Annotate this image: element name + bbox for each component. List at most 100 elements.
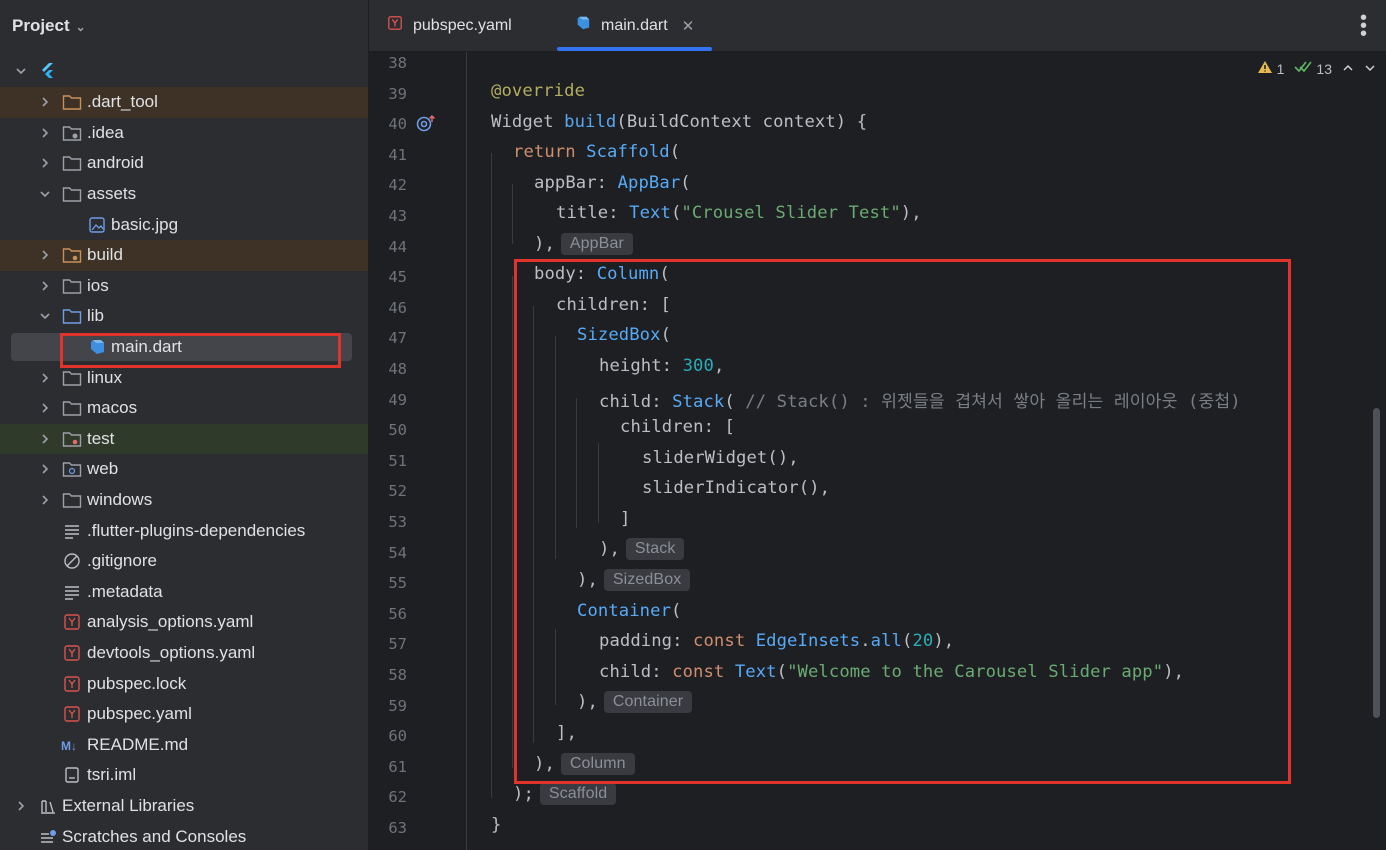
chevron-up-icon[interactable] (1342, 61, 1354, 77)
tree-item-label: basic.jpg (111, 214, 179, 234)
flutter-icon (38, 61, 58, 81)
scratches-icon (38, 827, 58, 847)
chevron-down-icon[interactable] (38, 187, 52, 201)
folder-excluded-icon (62, 92, 82, 112)
code-token: "Crousel Slider Test" (681, 203, 901, 223)
tree-item-gitignore[interactable]: .gitignore (0, 546, 368, 577)
chevron-right-icon[interactable] (14, 799, 28, 813)
tree-root[interactable] (0, 56, 368, 86)
folder-excluded-icon (62, 245, 82, 265)
line-number: 53 (388, 513, 407, 531)
project-title: Project (12, 16, 70, 35)
line-number: 57 (388, 635, 407, 654)
chevron-down-icon[interactable] (14, 64, 28, 78)
folder-icon (62, 490, 82, 510)
yaml-file-icon (62, 643, 82, 663)
tree-item-external-libraries[interactable]: External Libraries (0, 791, 368, 822)
checks-indicator[interactable]: 13 (1294, 60, 1332, 77)
chevron-down-icon[interactable] (1364, 61, 1376, 77)
code-token: ); (513, 784, 534, 804)
chevron-right-icon[interactable] (38, 279, 52, 293)
inspection-widget[interactable]: 1 13 (1257, 60, 1376, 77)
tree-item-readme-md[interactable]: M↓ README.md (0, 729, 368, 760)
line-number: 51 (388, 451, 407, 470)
warnings-indicator[interactable]: 1 (1257, 60, 1284, 77)
code-token: AppBar (617, 173, 681, 193)
line-number: 40 (388, 115, 407, 134)
chevron-right-icon[interactable] (38, 432, 52, 446)
checks-count: 13 (1316, 60, 1332, 77)
chevron-right-icon[interactable] (38, 493, 52, 507)
tree-item-assets[interactable]: assets (0, 179, 368, 210)
code-line-40: Widget build(BuildContext context) { (491, 112, 867, 132)
code-token: title: (556, 203, 630, 223)
line-number: 63 (388, 819, 407, 837)
tree-item-idea[interactable]: .idea (0, 118, 368, 149)
project-view-selector[interactable]: Project ⌄ (12, 14, 86, 38)
tree-item-label: analysis_options.yaml (87, 612, 254, 632)
code-line-41: return Scaffold( (513, 142, 680, 162)
tree-item-build[interactable]: build (0, 239, 368, 271)
close-icon[interactable]: ✕ (682, 17, 695, 35)
folder-icon (62, 368, 82, 388)
code-token: return (513, 142, 587, 162)
yaml-file-icon (387, 15, 403, 36)
tree-item-devtools-options-yaml[interactable]: devtools_options.yaml (0, 638, 368, 669)
tree-item-pubspec-yaml[interactable]: pubspec.yaml (0, 699, 368, 730)
tab-main-dart[interactable]: main.dart ✕ (557, 0, 712, 51)
svg-text:M↓: M↓ (61, 739, 77, 752)
chevron-right-icon[interactable] (38, 248, 52, 262)
vertical-scrollbar[interactable] (1373, 408, 1380, 718)
code-token: appBar: (534, 173, 618, 193)
tree-item-lib[interactable]: lib (0, 301, 368, 332)
module-file-icon (62, 765, 82, 785)
tab-pubspec-yaml[interactable]: pubspec.yaml (387, 0, 512, 51)
code-token: ( (670, 203, 682, 223)
tree-item-label: build (87, 245, 123, 265)
override-method-icon[interactable] (416, 113, 438, 138)
tree-item-label: tsri.iml (87, 765, 137, 785)
tab-label: main.dart (601, 16, 668, 34)
tree-item-flutter-plugins-dependencies[interactable]: .flutter-plugins-dependencies (0, 515, 368, 546)
line-number: 60 (388, 727, 407, 746)
chevron-right-icon[interactable] (38, 95, 52, 109)
tree-item-ios[interactable]: ios (0, 271, 368, 302)
line-number: 46 (388, 298, 407, 317)
tree-item-label: android (87, 153, 144, 173)
tree-item-dart-tool[interactable]: .dart_tool (0, 87, 368, 118)
tree-item-web[interactable]: web (0, 454, 368, 485)
closing-label-hint: AppBar (560, 233, 633, 255)
more-options-icon[interactable]: • • • (1360, 8, 1367, 44)
chevron-right-icon[interactable] (38, 401, 52, 415)
tree-item-test[interactable]: test (0, 423, 368, 455)
code-line-62: ); Scaffold (513, 783, 617, 806)
code-token: build (564, 112, 617, 132)
tree-item-android[interactable]: android (0, 148, 368, 179)
line-number: 41 (388, 145, 407, 164)
code-token: } (491, 815, 502, 835)
tree-item-scratches-and-consoles[interactable]: Scratches and Consoles (0, 821, 368, 850)
image-file-icon (87, 215, 107, 235)
text-file-icon (62, 521, 82, 541)
chevron-right-icon[interactable] (38, 371, 52, 385)
code-editor[interactable]: 1 13 38 39 40 41 42 43 44 45 46 47 48 49 50 51 52 53 54 5… (369, 52, 1386, 850)
code-line-63: } (491, 815, 501, 835)
tree-item-label: README.md (87, 734, 189, 754)
tree-item-label: devtools_options.yaml (87, 642, 256, 662)
tree-item-basic-jpg[interactable]: basic.jpg (0, 209, 368, 240)
tree-item-windows[interactable]: windows (0, 485, 368, 516)
tree-item-macos[interactable]: macos (0, 393, 368, 424)
chevron-down-icon[interactable] (38, 309, 52, 323)
chevron-right-icon[interactable] (38, 126, 52, 140)
tree-item-metadata[interactable]: .metadata (0, 577, 368, 608)
chevron-right-icon[interactable] (38, 156, 52, 170)
code-token: (BuildContext context) { (616, 112, 868, 132)
tree-item-analysis-options-yaml[interactable]: analysis_options.yaml (0, 607, 368, 638)
tree-item-pubspec-lock[interactable]: pubspec.lock (0, 668, 368, 699)
tree-item-label: assets (87, 184, 137, 204)
tree-item-tsri-iml[interactable]: tsri.iml (0, 760, 368, 791)
code-line-43: title: Text("Crousel Slider Test"), (556, 203, 922, 223)
line-number: 50 (388, 421, 407, 440)
code-line-42: appBar: AppBar( (534, 173, 691, 193)
chevron-right-icon[interactable] (38, 462, 52, 476)
